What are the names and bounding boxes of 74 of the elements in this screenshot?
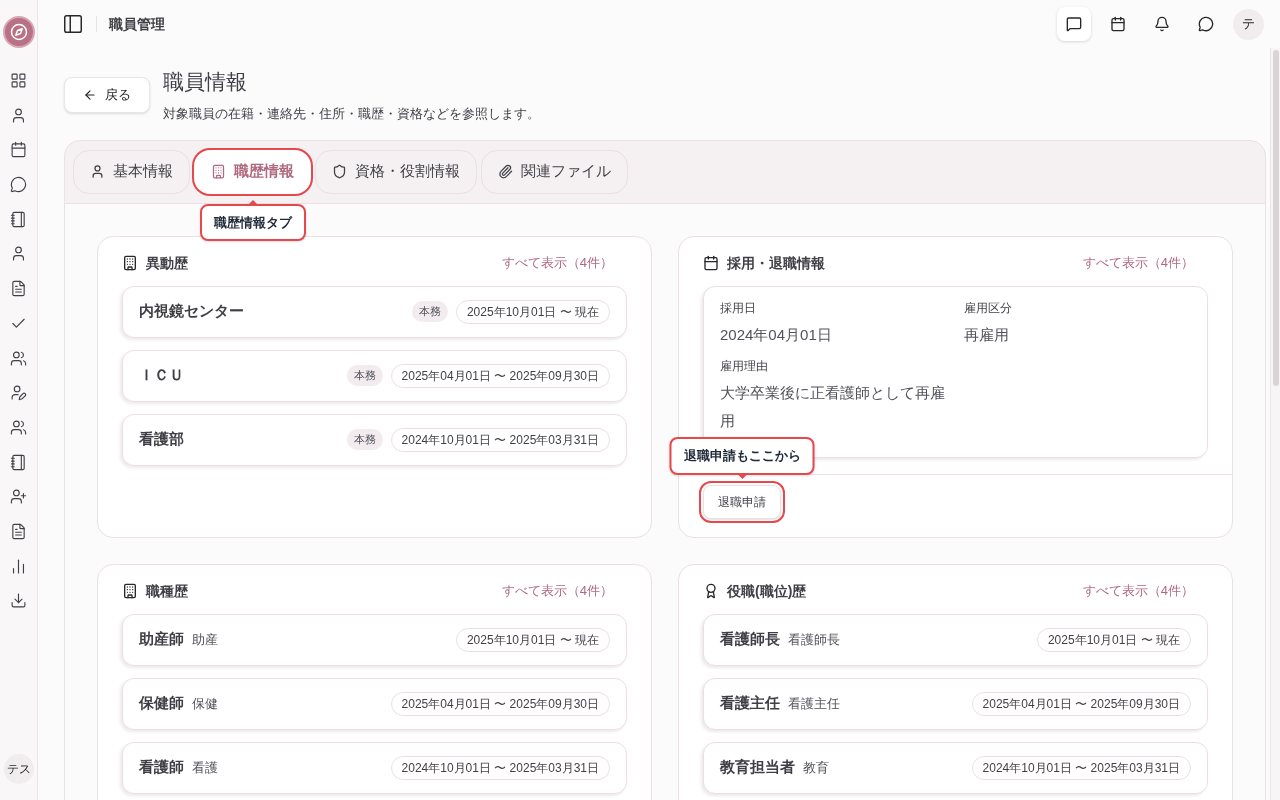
field-label: 雇用区分 bbox=[963, 299, 1013, 317]
tab[interactable]: 職歴情報 bbox=[194, 149, 311, 194]
calendar-icon bbox=[1110, 16, 1126, 32]
page-title: 職員情報 bbox=[163, 69, 248, 95]
row-subtitle: 助産 bbox=[192, 631, 218, 650]
row-subtitle: 看護師長 bbox=[788, 631, 840, 650]
notebook-icon[interactable] bbox=[10, 453, 27, 471]
users-icon[interactable] bbox=[10, 349, 27, 367]
user-avatar[interactable]: テ bbox=[1233, 8, 1264, 40]
building-icon bbox=[122, 583, 138, 599]
download-icon[interactable] bbox=[10, 592, 27, 610]
row-subtitle: 看護主任 bbox=[788, 695, 840, 714]
row-title: 内視鏡センター bbox=[139, 301, 244, 322]
message-icon bbox=[1066, 16, 1082, 32]
paperclip-icon bbox=[498, 164, 513, 179]
users-icon[interactable] bbox=[10, 418, 27, 436]
show-all-link[interactable]: すべて表示（4件） bbox=[501, 253, 627, 273]
status-badge: 本務 bbox=[346, 429, 383, 450]
back-button[interactable]: 戻る bbox=[64, 77, 150, 113]
row-title: 看護師長 bbox=[720, 629, 780, 650]
row-title: 教育担当者 bbox=[720, 757, 795, 778]
header-title: 職員管理 bbox=[109, 14, 165, 34]
field-value: 大学卒業後に正看護師として再雇用 bbox=[720, 382, 946, 431]
section-title: 採用・退職情報 bbox=[727, 253, 825, 273]
row-title: 看護部 bbox=[139, 429, 184, 450]
field-value: 再雇用 bbox=[963, 324, 1010, 345]
logo-icon[interactable] bbox=[2, 16, 35, 48]
notebook-icon[interactable] bbox=[10, 210, 27, 228]
user-icon bbox=[90, 164, 105, 179]
row-subtitle: 保健 bbox=[192, 695, 218, 714]
section-title: 役職(職位)歴 bbox=[727, 581, 807, 601]
user-icon[interactable] bbox=[10, 245, 27, 263]
callout-tooltip: 職歴情報タブ bbox=[199, 203, 306, 241]
field-value: 2024年04月01日 bbox=[720, 324, 833, 345]
shield-icon bbox=[332, 164, 347, 179]
chat-icon bbox=[1198, 16, 1214, 32]
row-subtitle: 教育 bbox=[803, 759, 829, 778]
row-title: 看護師 bbox=[139, 757, 184, 778]
building-icon bbox=[122, 255, 138, 271]
document-icon[interactable] bbox=[10, 522, 27, 540]
tab[interactable]: 基本情報 bbox=[73, 149, 190, 194]
user-avatar[interactable]: テス bbox=[3, 754, 34, 784]
show-all-link[interactable]: すべて表示（4件） bbox=[1082, 581, 1208, 601]
show-all-link[interactable]: すべて表示（4件） bbox=[1082, 253, 1208, 273]
grid-icon[interactable] bbox=[10, 72, 27, 89]
row-title: ＩＣＵ bbox=[139, 365, 184, 386]
row-subtitle: 看護 bbox=[192, 759, 218, 778]
tab[interactable]: 関連ファイル bbox=[481, 149, 628, 194]
document-icon[interactable] bbox=[10, 280, 27, 298]
row-title: 保健師 bbox=[139, 693, 184, 714]
tab[interactable]: 資格・役割情報 bbox=[315, 149, 477, 194]
calendar-icon[interactable] bbox=[10, 141, 27, 159]
row-title: 看護主任 bbox=[720, 693, 780, 714]
award-icon bbox=[703, 583, 719, 599]
section-title: 職種歴 bbox=[146, 581, 188, 601]
user-add-icon[interactable] bbox=[10, 488, 27, 506]
field-label: 採用日 bbox=[720, 299, 757, 317]
section-title: 異動歴 bbox=[146, 253, 188, 273]
user-edit-icon[interactable] bbox=[10, 384, 27, 402]
bell-icon bbox=[1154, 16, 1170, 32]
message-button[interactable] bbox=[1057, 7, 1091, 41]
field-label: 雇用理由 bbox=[720, 357, 769, 375]
scrollbar-thumb[interactable] bbox=[1272, 50, 1279, 386]
sidebar-toggle-icon[interactable] bbox=[62, 13, 84, 35]
page-subtitle: 対象職員の在籍・連絡先・住所・職歴・資格などを参照します。 bbox=[163, 105, 540, 123]
calendar-icon bbox=[703, 255, 719, 271]
row-title: 助産師 bbox=[139, 629, 184, 650]
bar-chart-icon[interactable] bbox=[10, 557, 27, 575]
status-badge: 本務 bbox=[346, 365, 383, 386]
status-badge: 本務 bbox=[411, 301, 448, 322]
chat-icon[interactable] bbox=[10, 176, 27, 194]
building-icon bbox=[211, 164, 226, 179]
show-all-link[interactable]: すべて表示（4件） bbox=[501, 581, 627, 601]
user-icon[interactable] bbox=[10, 106, 27, 124]
